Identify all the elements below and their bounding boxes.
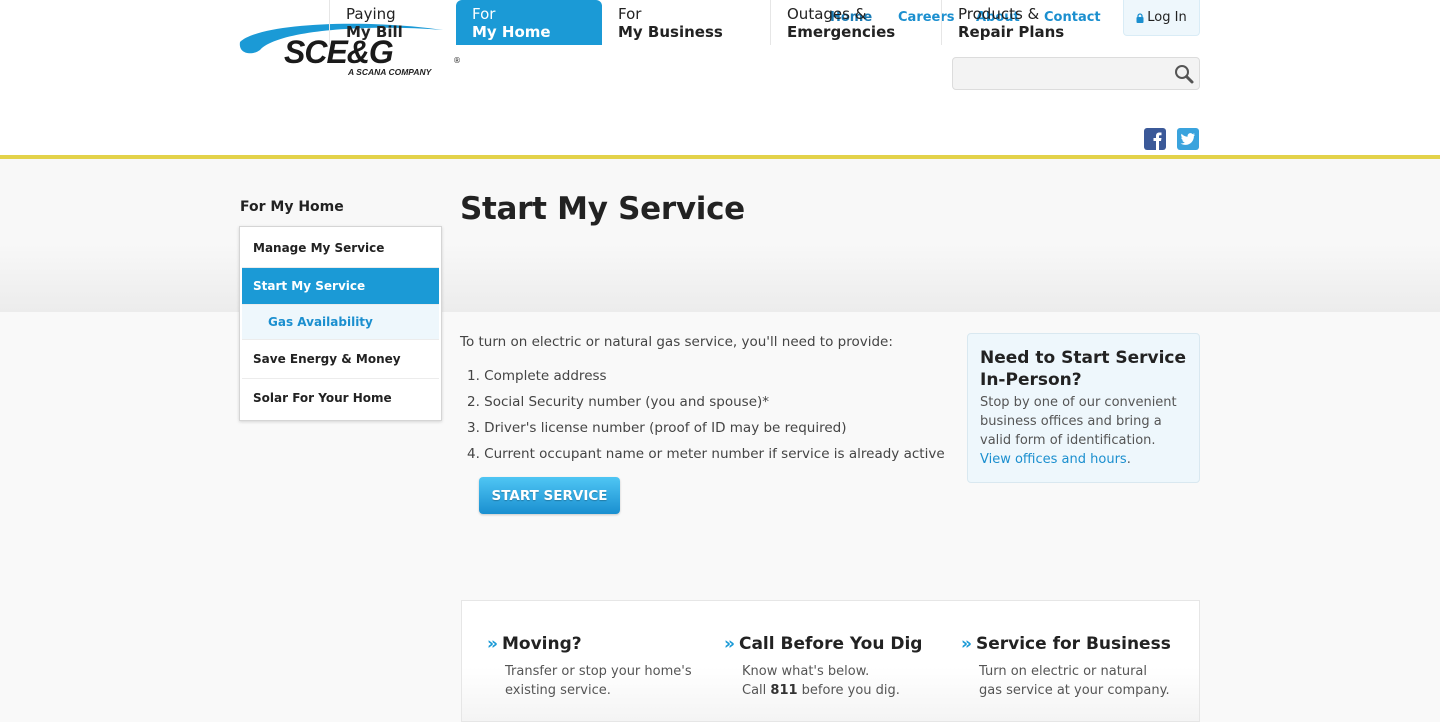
lock-icon [1136,12,1144,23]
facebook-icon[interactable] [1144,128,1166,150]
list-item: 4. Current occupant name or meter number… [467,446,945,462]
nav-for-my-home[interactable]: For My Home [456,0,602,45]
nav-paying-my-bill[interactable]: Paying My Bill [329,0,456,45]
nav-products-repair-plans[interactable]: Products & Repair Plans [941,0,1111,45]
requirements-list: 1. Complete address 2. Social Security n… [467,367,945,471]
login-button[interactable]: Log In [1123,0,1200,36]
search-box [952,57,1200,90]
logo-tagline: A SCANA COMPANY [348,67,432,77]
tile-title: Moving? [501,634,582,654]
nav-for-my-business[interactable]: For My Business [602,0,770,45]
tile-moving[interactable]: » Moving? Transfer or stop your home's exi… [487,634,717,700]
nav-outages-emergencies[interactable]: Outages & Emergencies [770,0,941,45]
chevron-right-icon: » [961,634,972,654]
search-icon[interactable] [1173,63,1195,85]
tile-description: Turn on electric or natural gas service a… [979,664,1170,698]
sidebar-item-manage-my-service[interactable]: Manage My Service [242,229,439,268]
chevron-right-icon: » [487,634,498,654]
callout-body: Stop by one of our convenient business o… [980,395,1177,467]
list-item: 1. Complete address [467,368,607,384]
sidebar-item-start-my-service[interactable]: Start My Service [242,268,439,305]
hero-band [0,159,1440,312]
start-service-button[interactable]: START SERVICE [479,477,620,514]
twitter-icon[interactable] [1177,128,1199,150]
tile-description: Know what's below. Call 811 before you di… [742,664,900,698]
list-item: 3. Driver's license number (proof of ID … [467,420,847,436]
tile-description: Transfer or stop your home's existing ser… [505,664,692,698]
sidebar-menu: Manage My Service Start My Service Gas A… [239,226,442,421]
chevron-right-icon: » [724,634,735,654]
tile-title: Call Before You Dig [738,634,923,654]
tile-title: Service for Business [975,634,1171,654]
callout-title: Need to Start Service In-Person? [980,348,1187,390]
tile-service-for-business[interactable]: » Service for Business Turn on electric o… [961,634,1191,700]
sidebar-title: For My Home [240,199,344,215]
list-item: 2. Social Security number (you and spous… [467,394,770,410]
in-person-callout: Need to Start Service In-Person? Stop by… [967,333,1200,483]
page-title: Start My Service [460,191,745,227]
registered-mark: ® [453,56,461,65]
view-offices-link[interactable]: View offices and hours [980,452,1127,467]
sidebar-item-gas-availability[interactable]: Gas Availability [242,305,439,340]
login-label: Log In [1147,10,1187,25]
promo-tiles: » Moving? Transfer or stop your home's exi… [461,600,1200,722]
sidebar-item-solar-for-your-home[interactable]: Solar For Your Home [242,379,439,418]
intro-text: To turn on electric or natural gas servi… [460,334,893,350]
search-input[interactable] [953,58,1163,89]
tile-call-before-you-dig[interactable]: » Call Before You Dig Know what's below. C… [724,634,954,700]
sidebar-item-save-energy-money[interactable]: Save Energy & Money [242,340,439,379]
